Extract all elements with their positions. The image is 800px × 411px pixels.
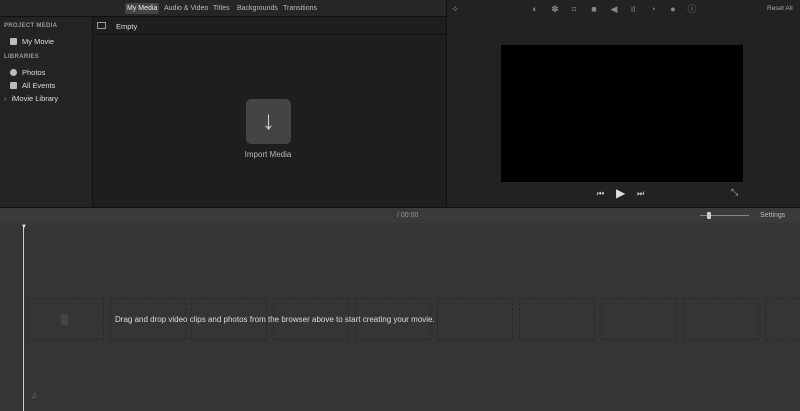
photos-icon [10, 69, 17, 76]
sidebar-item-label: All Events [22, 81, 56, 90]
color-palette-icon[interactable]: ✽ [550, 4, 560, 14]
clip-placeholder [519, 298, 595, 340]
tab-titles[interactable]: Titles [211, 3, 231, 14]
timeline[interactable]: ▼ Drag and drop video clips and photos f… [0, 223, 800, 411]
skip-back-icon[interactable]: ⏮ [597, 189, 604, 199]
import-media-label[interactable]: Import Media [223, 150, 313, 159]
equalizer-icon[interactable]: ıl [628, 4, 638, 14]
star-icon [10, 82, 17, 89]
stabilization-icon[interactable]: ■ [589, 4, 599, 14]
filter-label[interactable]: Empty [116, 22, 137, 31]
film-icon [61, 314, 68, 325]
reset-all-button[interactable]: Reset All [767, 5, 793, 12]
clip-placeholder [765, 298, 800, 340]
sidebar-item-imovie-library[interactable]: › iMovie Library [4, 94, 58, 103]
zoom-slider[interactable] [700, 212, 749, 219]
libraries-header: LIBRARIES [4, 54, 40, 60]
browser-tab-bar: My Media Audio & Video Titles Background… [0, 0, 446, 17]
timeline-toolbar: / 00:00 Settings [0, 207, 800, 223]
fullscreen-icon[interactable]: ⤡ [731, 187, 738, 198]
info-icon[interactable]: ⓘ [687, 4, 697, 14]
sidebar-toggle-icon[interactable] [97, 22, 106, 29]
media-browser: Empty ↓ Import Media [93, 17, 446, 207]
playhead[interactable] [23, 226, 24, 411]
tab-transitions[interactable]: Transitions [281, 3, 319, 14]
timeline-hint: Drag and drop video clips and photos fro… [115, 315, 435, 324]
tab-audio-video[interactable]: Audio & Video [162, 3, 210, 14]
sidebar: PROJECT MEDIA My Movie LIBRARIES Photos … [0, 17, 93, 207]
music-note-icon: ♫ [31, 391, 37, 400]
filter-icon[interactable]: ● [668, 4, 678, 14]
speed-icon[interactable]: ◔ [648, 4, 658, 14]
sidebar-item-photos[interactable]: Photos [10, 68, 45, 77]
download-arrow-icon: ↓ [262, 105, 275, 135]
clip-placeholder [437, 298, 513, 340]
clip-placeholder [601, 298, 677, 340]
sidebar-item-my-movie[interactable]: My Movie [10, 37, 54, 46]
project-media-header: PROJECT MEDIA [4, 23, 58, 29]
play-icon[interactable]: ▶ [616, 186, 625, 200]
viewer: ✧ ◐ ✽ ⌗ ■ ◀ ıl ◔ ● ⓘ Reset All ⏮ ▶ ⏭ ⤡ [446, 0, 800, 207]
chevron-right-icon: › [4, 94, 7, 103]
clapper-icon [10, 38, 17, 45]
video-preview [501, 45, 743, 182]
settings-button[interactable]: Settings [760, 212, 785, 219]
browser-header: Empty [93, 17, 446, 35]
sidebar-item-label: My Movie [22, 37, 55, 46]
clip-placeholder [683, 298, 759, 340]
tab-backgrounds[interactable]: Backgrounds [235, 3, 280, 14]
clip-placeholder [28, 298, 104, 340]
tab-my-media[interactable]: My Media [125, 3, 160, 14]
sidebar-item-all-events[interactable]: All Events [10, 81, 55, 90]
skip-forward-icon[interactable]: ⏭ [637, 189, 644, 199]
sidebar-item-label: Photos [22, 68, 46, 77]
playhead-marker-icon[interactable]: ▼ [21, 224, 27, 230]
zoom-slider-handle[interactable] [707, 212, 711, 219]
timecode: / 00:00 [397, 212, 419, 219]
volume-icon[interactable]: ◀ [609, 4, 619, 14]
crop-icon[interactable]: ⌗ [569, 4, 579, 14]
magic-wand-icon[interactable]: ✧ [450, 4, 460, 14]
color-balance-icon[interactable]: ◐ [530, 4, 540, 14]
import-media-button[interactable]: ↓ [246, 99, 291, 144]
sidebar-item-label: iMovie Library [11, 94, 59, 103]
